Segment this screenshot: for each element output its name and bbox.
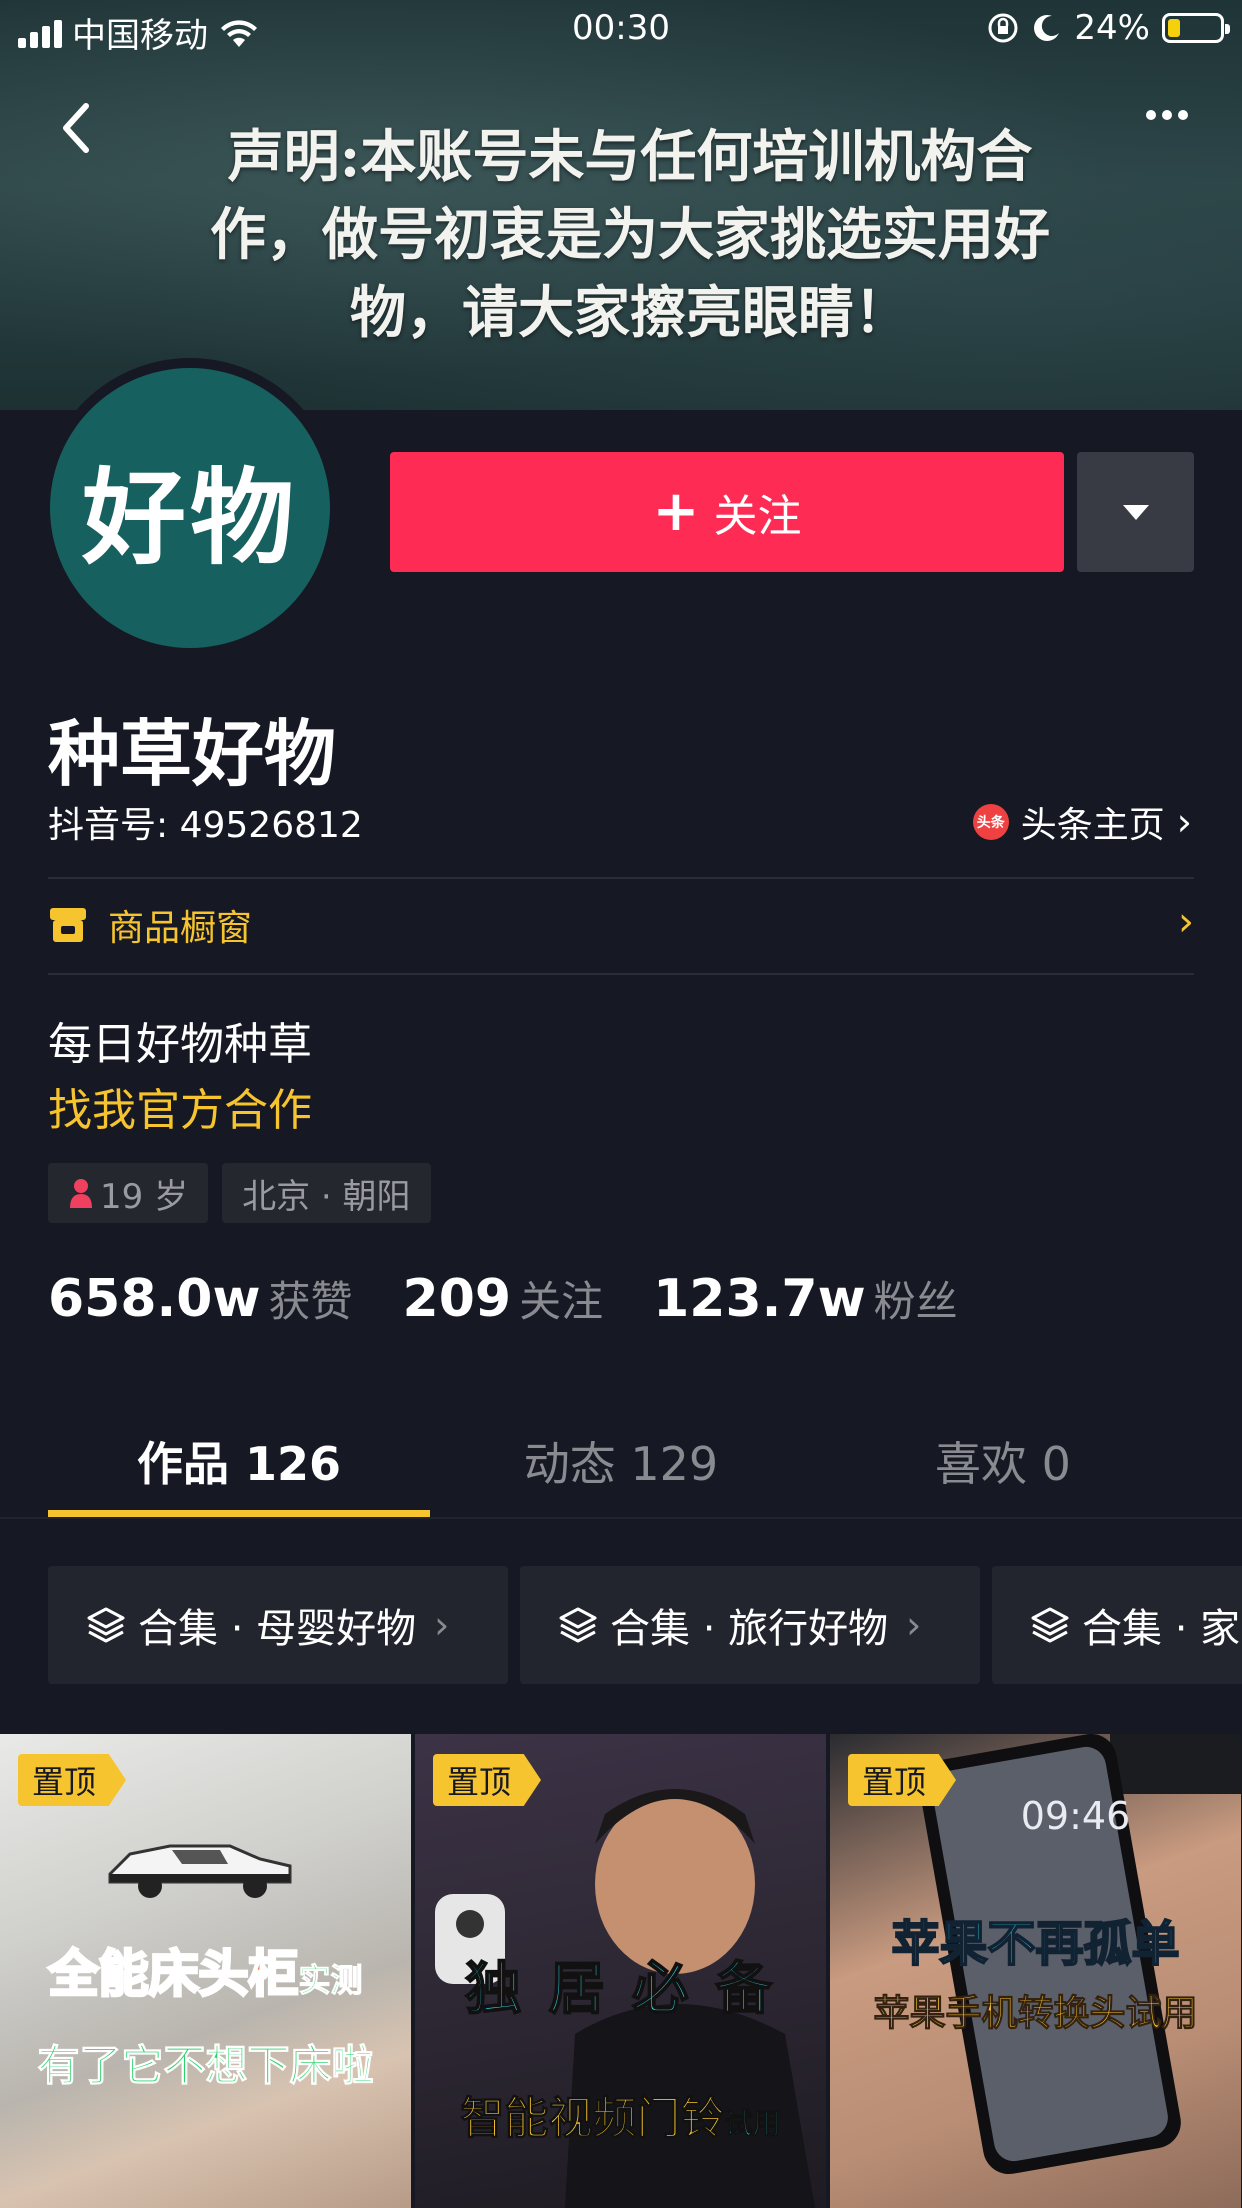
back-button[interactable] bbox=[58, 98, 106, 158]
collection-label: 合集 · 母婴好物 bbox=[138, 1606, 417, 1652]
shop-window-row[interactable]: 商品橱窗 › bbox=[48, 877, 1194, 973]
follow-button[interactable]: + 关注 bbox=[390, 452, 1064, 572]
chevron-right-icon: › bbox=[434, 1603, 450, 1647]
lock-screen-time: 09:46 bbox=[1020, 1794, 1131, 1838]
video-thumbnail[interactable]: 置顶 09:46 苹果不再孤单 苹果手机转换头试用 bbox=[830, 1734, 1241, 2208]
female-icon bbox=[70, 1179, 92, 1208]
status-bar: 中国移动 00:30 24% bbox=[0, 0, 1242, 60]
battery-icon bbox=[1162, 13, 1230, 43]
followers-count[interactable]: 123.7w bbox=[653, 1269, 866, 1329]
video-caption-2: 苹果手机转换头试用 bbox=[873, 1993, 1198, 2035]
toutiao-label: 头条主页 bbox=[1020, 805, 1165, 846]
tab-works[interactable]: 作品 126 bbox=[48, 1428, 430, 1494]
age-label: 19 岁 bbox=[100, 1176, 189, 1217]
banner-statement: 声明:本账号未与任何培训机构合作，做号初衷是为大家挑选实用好物，请大家擦亮眼睛！ bbox=[210, 124, 1050, 346]
battery-percent: 24% bbox=[1074, 8, 1150, 48]
chevron-right-icon: › bbox=[906, 1603, 922, 1647]
caption-main: 全能床头柜 bbox=[47, 1944, 300, 2005]
collection-card[interactable]: 合集 · 家 bbox=[992, 1566, 1242, 1684]
caption-tag: 试用 bbox=[724, 2107, 781, 2141]
location-label: 北京 · 朝阳 bbox=[242, 1176, 411, 1217]
chevron-left-icon bbox=[63, 103, 89, 153]
tab-likes[interactable]: 喜欢 0 bbox=[812, 1428, 1194, 1494]
video-caption-2: 智能视频门铃试用 bbox=[415, 2082, 826, 2146]
video-caption: 独 居 必 备 bbox=[464, 1956, 776, 2023]
nickname: 种草好物 bbox=[48, 712, 337, 796]
video-thumbnail[interactable]: 置顶 独 居 必 备 智能视频门铃试用 bbox=[415, 1734, 826, 2208]
content-tabs: 作品 126 动态 129 喜欢 0 bbox=[0, 1400, 1242, 1518]
likes-count: 658.0w bbox=[48, 1269, 261, 1329]
rotation-lock-icon bbox=[988, 13, 1018, 43]
video-caption: 全能床头柜实测 bbox=[0, 1934, 411, 2006]
video-caption: 苹果不再孤单 bbox=[890, 1915, 1180, 1973]
layers-icon bbox=[559, 1607, 597, 1643]
caption-tag: 实测 bbox=[298, 1961, 363, 2000]
status-right: 24% bbox=[986, 8, 1230, 48]
collection-card[interactable]: 合集 · 旅行好物 › bbox=[520, 1566, 980, 1684]
location-tag: 北京 · 朝阳 bbox=[222, 1163, 431, 1223]
collection-label: 合集 · 旅行好物 bbox=[610, 1606, 889, 1652]
caret-down-icon bbox=[1122, 504, 1149, 520]
following-label[interactable]: 关注 bbox=[519, 1268, 603, 1329]
toutiao-icon: 头条 bbox=[972, 804, 1009, 840]
recommend-dropdown-button[interactable] bbox=[1077, 452, 1194, 572]
layers-icon bbox=[1031, 1607, 1069, 1643]
avatar[interactable]: 好物 bbox=[50, 368, 330, 648]
chevron-right-icon: › bbox=[1176, 800, 1192, 844]
collection-label: 合集 · 家 bbox=[1082, 1606, 1241, 1652]
profile-tags: 19 岁 北京 · 朝阳 bbox=[48, 1163, 431, 1223]
douyin-id: 抖音号: 49526812 bbox=[48, 805, 363, 846]
layers-icon bbox=[87, 1607, 125, 1643]
likes-label: 获赞 bbox=[268, 1277, 353, 1326]
tab-moments[interactable]: 动态 129 bbox=[430, 1428, 812, 1494]
divider bbox=[0, 1517, 1242, 1519]
profile-banner: 中国移动 00:30 24% 声明:本账号未与任何培训机构合作，做号初衷是为大家… bbox=[0, 0, 1242, 410]
pinned-badge: 置顶 bbox=[18, 1754, 127, 1806]
video-thumbnail[interactable]: 置顶 全能床头柜实测 有了它不想下床啦 bbox=[0, 1734, 411, 2208]
more-button[interactable] bbox=[1146, 110, 1188, 120]
profile-page: 中国移动 00:30 24% 声明:本账号未与任何培训机构合作，做号初衷是为大家… bbox=[0, 0, 1242, 2208]
pinned-badge: 置顶 bbox=[433, 1754, 542, 1806]
toy-car-image bbox=[108, 1844, 292, 1898]
bio-line: 每日好物种草 bbox=[48, 1019, 312, 1070]
video-caption-2: 有了它不想下床啦 bbox=[37, 2041, 374, 2091]
chevron-right-icon: › bbox=[1178, 899, 1194, 945]
following-count[interactable]: 209 bbox=[403, 1269, 512, 1329]
video-grid: 置顶 全能床头柜实测 有了它不想下床啦 置顶 独 居 必 备 智能视频门铃试用 bbox=[0, 1734, 1242, 2208]
moon-icon bbox=[1034, 15, 1060, 41]
cooperation-link[interactable]: 找我官方合作 bbox=[48, 1074, 312, 1138]
divider bbox=[48, 973, 1194, 975]
collection-card[interactable]: 合集 · 母婴好物 › bbox=[48, 1566, 508, 1684]
shop-icon bbox=[50, 908, 86, 942]
tab-indicator bbox=[48, 1510, 430, 1517]
age-tag: 19 岁 bbox=[48, 1163, 209, 1223]
avatar-text: 好物 bbox=[81, 456, 298, 579]
caption-main: 智能视频门铃 bbox=[460, 2093, 725, 2145]
shop-window-label: 商品橱窗 bbox=[108, 908, 253, 949]
follow-label: 关注 bbox=[713, 491, 802, 542]
plus-icon: + bbox=[652, 479, 700, 544]
followers-label[interactable]: 粉丝 bbox=[874, 1268, 958, 1329]
collections-row: 合集 · 母婴好物 › 合集 · 旅行好物 › 合集 · 家 bbox=[48, 1566, 1242, 1684]
toutiao-homepage-link[interactable]: 头条 头条主页 › bbox=[972, 796, 1192, 848]
stats-row: 658.0w 获赞 209 关注 123.7w 粉丝 bbox=[48, 1268, 1008, 1329]
